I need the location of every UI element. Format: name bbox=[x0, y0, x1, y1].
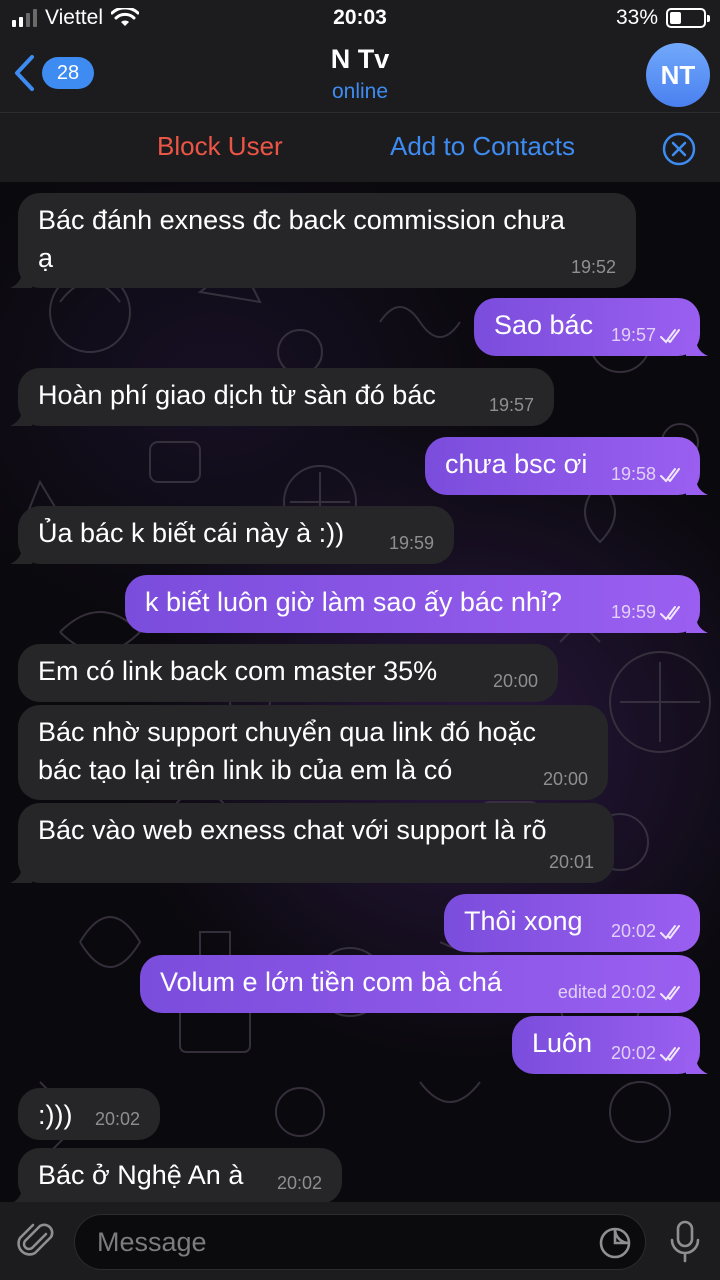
message-time: 20:02 bbox=[610, 921, 656, 941]
bubble-tail bbox=[686, 473, 708, 495]
message-text: Em có link back com master 35% bbox=[38, 656, 438, 686]
status-bar: Viettel 20:03 33% bbox=[0, 0, 720, 36]
message-text: Thôi xong bbox=[464, 906, 583, 936]
message-meta: 20:02 bbox=[611, 921, 686, 942]
message-text: bác tạo lại trên link ib của em là có bbox=[38, 755, 453, 785]
incoming-message[interactable]: Bác nhờ support chuyển qua link đó hoặc b… bbox=[18, 705, 608, 800]
battery-percent: 33% bbox=[615, 6, 658, 29]
message-time: 19:59 bbox=[388, 533, 434, 553]
message-time: 20:00 bbox=[492, 671, 538, 691]
message-text: chưa bsc ơi bbox=[445, 449, 588, 479]
bubble-tail bbox=[10, 861, 32, 883]
message-time: 20:02 bbox=[610, 982, 656, 1002]
presence-status: online bbox=[331, 80, 389, 103]
outgoing-message[interactable]: Thôi xong 20:02 bbox=[444, 894, 700, 952]
microphone-icon[interactable] bbox=[668, 1220, 702, 1264]
message-time: 19:57 bbox=[610, 325, 656, 345]
message-text: Ủa bác k biết cái này à :)) bbox=[38, 518, 345, 548]
composer-bar bbox=[0, 1202, 720, 1280]
bubble-tail bbox=[10, 404, 32, 426]
incoming-message[interactable]: Ủa bác k biết cái này à :)) 19:59 bbox=[10, 506, 454, 564]
message-text: Sao bác bbox=[494, 310, 594, 340]
message-time: 20:02 bbox=[94, 1109, 140, 1129]
message-meta: 20:00 bbox=[543, 769, 588, 790]
message-time: 19:59 bbox=[610, 602, 656, 622]
message-time: 19:57 bbox=[488, 395, 534, 415]
incoming-message[interactable]: Hoàn phí giao dịch từ sàn đó bác 19:57 bbox=[10, 368, 554, 426]
message-text: ạ bbox=[38, 243, 54, 273]
message-meta: edited 20:02 bbox=[558, 982, 686, 1003]
sticker-icon[interactable] bbox=[597, 1225, 633, 1261]
add-to-contacts-button[interactable]: Add to Contacts bbox=[390, 131, 575, 162]
incoming-message[interactable]: Bác ở Nghệ An à 20:02 bbox=[10, 1148, 342, 1204]
chat-screen: Viettel 20:03 33% 28 N Tv online NT Bloc… bbox=[0, 0, 720, 1280]
block-user-button[interactable]: Block User bbox=[157, 131, 283, 162]
contact-action-bar: Block User Add to Contacts bbox=[0, 112, 720, 182]
bubble-tail bbox=[686, 334, 708, 356]
message-time: 20:02 bbox=[276, 1173, 322, 1193]
message-text: Bác vào web exness chat với support là r… bbox=[38, 815, 547, 845]
chat-header: 28 N Tv online NT bbox=[0, 36, 720, 112]
message-meta: 19:58 bbox=[611, 464, 686, 485]
message-text: Luôn bbox=[532, 1028, 593, 1058]
outgoing-message[interactable]: Sao bác 19:57 bbox=[474, 298, 708, 356]
message-meta: 19:59 bbox=[611, 602, 686, 623]
outgoing-message[interactable]: k biết luôn giờ làm sao ấy bác nhỉ? 19:59 bbox=[125, 575, 708, 633]
incoming-message[interactable]: Bác vào web exness chat với support là r… bbox=[10, 803, 614, 883]
bubble-tail bbox=[686, 611, 708, 633]
message-meta: 19:52 bbox=[571, 257, 616, 278]
message-meta: 20:02 bbox=[277, 1173, 322, 1194]
bubble-tail bbox=[10, 266, 32, 288]
message-meta: 19:57 bbox=[489, 395, 534, 416]
incoming-message[interactable]: Em có link back com master 35% 20:00 bbox=[18, 644, 558, 702]
message-meta: 20:02 bbox=[95, 1109, 140, 1130]
double-check-icon bbox=[660, 605, 680, 621]
message-meta: 20:01 bbox=[549, 852, 594, 873]
message-text: :))) bbox=[38, 1100, 73, 1130]
double-check-icon bbox=[660, 467, 680, 483]
clock: 20:03 bbox=[333, 6, 387, 29]
bubble-tail bbox=[686, 1052, 708, 1074]
outgoing-message[interactable]: Luôn 20:02 bbox=[512, 1016, 708, 1074]
double-check-icon bbox=[660, 328, 680, 344]
message-text: Volum e lớn tiền com bà chá bbox=[160, 967, 502, 997]
message-time: 19:52 bbox=[570, 257, 616, 277]
incoming-message[interactable]: Bác đánh exness đc back commission chưa ạ… bbox=[10, 193, 636, 288]
message-text: Bác đánh exness đc back commission chưa bbox=[38, 205, 565, 235]
message-input[interactable] bbox=[97, 1215, 577, 1269]
message-meta: 20:00 bbox=[493, 671, 538, 692]
close-circle-icon[interactable] bbox=[662, 132, 696, 166]
incoming-message[interactable]: :))) 20:02 bbox=[18, 1088, 160, 1140]
bubble-tail bbox=[10, 1182, 32, 1204]
avatar[interactable]: NT bbox=[646, 43, 710, 107]
message-meta: 20:02 bbox=[611, 1043, 686, 1064]
message-meta: 19:57 bbox=[611, 325, 686, 346]
message-time: 20:00 bbox=[542, 769, 588, 789]
outgoing-message[interactable]: Volum e lớn tiền com bà chá edited 20:02 bbox=[140, 955, 700, 1013]
message-text: Bác nhờ support chuyển qua link đó hoặc bbox=[38, 717, 537, 747]
paperclip-icon[interactable] bbox=[16, 1220, 58, 1262]
bubble-tail bbox=[10, 542, 32, 564]
double-check-icon bbox=[660, 1046, 680, 1062]
message-time: 20:02 bbox=[610, 1043, 656, 1063]
message-time: 20:01 bbox=[548, 852, 594, 872]
message-meta: 19:59 bbox=[389, 533, 434, 554]
outgoing-message[interactable]: chưa bsc ơi 19:58 bbox=[425, 437, 708, 495]
message-text: Hoàn phí giao dịch từ sàn đó bác bbox=[38, 380, 436, 410]
message-text: k biết luôn giờ làm sao ấy bác nhỉ? bbox=[145, 587, 562, 617]
message-field[interactable] bbox=[74, 1214, 646, 1270]
edited-label: edited bbox=[557, 982, 607, 1002]
double-check-icon bbox=[660, 924, 680, 940]
chat-title[interactable]: N Tv bbox=[0, 44, 720, 75]
double-check-icon bbox=[660, 985, 680, 1001]
battery-icon bbox=[666, 8, 710, 28]
message-time: 19:58 bbox=[610, 464, 656, 484]
message-text: Bác ở Nghệ An à bbox=[38, 1160, 244, 1190]
